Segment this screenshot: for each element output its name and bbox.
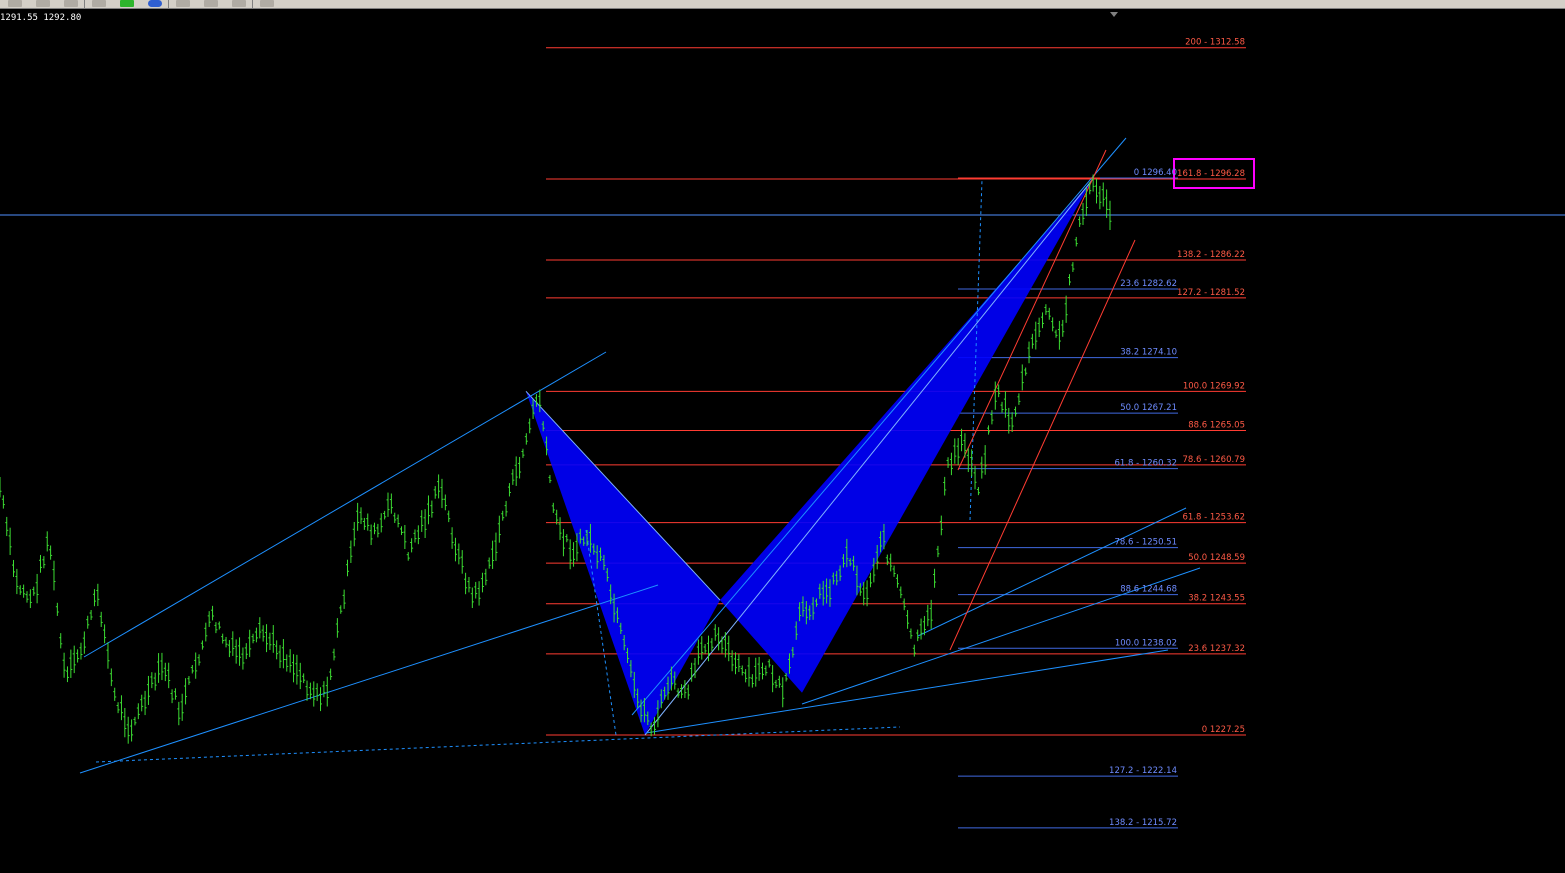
trendline-a — [645, 649, 1169, 734]
fib-blue-level-label: 138.2 - 1215.72 — [1109, 818, 1177, 828]
fib-red-level-label: 88.6 1265.05 — [1188, 421, 1245, 431]
fib-red-level-label: 50.0 1248.59 — [1188, 553, 1245, 563]
fib-red-level-label: 100.0 1269.92 — [1183, 381, 1245, 391]
fib-blue-level-label: 23.6 1282.62 — [1120, 279, 1177, 289]
fib-blue-level-label: 100.0 1238.02 — [1115, 638, 1177, 648]
channel-lower-line — [79, 584, 659, 774]
trendline-d — [631, 137, 1127, 716]
fib-red-level-label: 138.2 - 1286.22 — [1177, 250, 1245, 260]
fib-red-level-label: 161.8 - 1296.28 — [1177, 169, 1245, 179]
scroll-marker-icon — [1110, 12, 1118, 17]
trendline-c — [917, 507, 1187, 637]
fib-red-level-label: 200 - 1312.58 — [1185, 38, 1245, 48]
fib-blue-level-label: 61.8 - 1260.32 — [1114, 459, 1177, 469]
fib-blue-level-label: 88.6 1244.68 — [1120, 585, 1177, 595]
fib-blue-level-label: 127.2 - 1222.14 — [1109, 766, 1177, 776]
fib-red-level-label: 23.6 1237.32 — [1188, 644, 1245, 654]
fib-blue-level-label: 78.6 - 1250.51 — [1114, 538, 1177, 548]
support-dotted-line — [95, 726, 901, 763]
fib-red-level-label: 61.8 - 1253.62 — [1182, 513, 1245, 523]
channel-upper-line — [83, 351, 607, 658]
fib-blue-level-label: 0 1296.40 — [1134, 168, 1177, 178]
price-chart[interactable]: 200 - 1312.58 161.8 - 1296.28 138.2 - 1286… — [0, 0, 1565, 873]
fib-blue-level-label: 38.2 1274.10 — [1120, 348, 1177, 358]
harmonic-pattern — [525, 178, 1094, 736]
fib-blue-level-label: 50.0 1267.21 — [1120, 403, 1177, 413]
fib-red-level-label: 127.2 - 1281.52 — [1177, 288, 1245, 298]
fib-red-level-label: 78.6 - 1260.79 — [1182, 455, 1245, 465]
fib-labels: 200 - 1312.58 161.8 - 1296.28 138.2 - 1286… — [1109, 38, 1255, 828]
pattern-ad-line — [644, 178, 1094, 736]
fib-red-level-label: 38.2 1243.55 — [1188, 594, 1245, 604]
fib-red-level-label: 0 1227.25 — [1202, 725, 1245, 735]
